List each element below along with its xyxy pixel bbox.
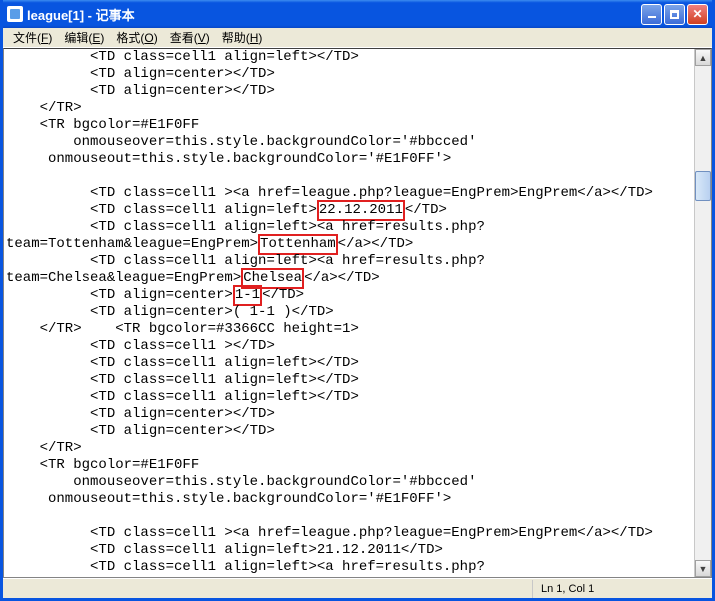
text-line: </TD> [405,202,447,218]
titlebar[interactable]: league[1] - 记事本 ✕ [3,0,712,28]
highlight-tottenham: Tottenham [258,234,338,255]
text-line: </TD> [262,287,304,303]
text-line: </a></TD> [338,236,414,252]
text-editor[interactable]: <TD class=cell1 align=left></TD> <TD ali… [4,49,694,577]
notepad-window: league[1] - 记事本 ✕ 文件(F) 编辑(E) 格式(O) 查看(V… [0,0,715,601]
text-line: onmouseout=this.style.backgroundColor='#… [6,491,451,507]
menu-file-label: 文件( [13,31,41,45]
window-title: league[1] - 记事本 [27,5,641,24]
text-line: </TR> <TR bgcolor=#3366CC height=1> [6,321,359,337]
text-line: <TD class=cell1 align=left><a href=resul… [6,219,485,235]
text-line: <TD class=cell1 align=left></TD> [6,372,359,388]
menu-file[interactable]: 文件(F) [7,27,58,48]
status-position: Ln 1, Col 1 [532,580,712,598]
text-line: <TD align=center></TD> [6,406,275,422]
text-line: <TD class=cell1 align=left> [6,202,317,218]
scroll-track[interactable] [695,66,711,560]
minimize-button[interactable] [641,4,662,25]
text-line: onmouseout=this.style.backgroundColor='#… [6,151,451,167]
text-line: <TD align=center></TD> [6,423,275,439]
text-line: onmouseover=this.style.backgroundColor='… [6,134,476,150]
text-line: team=Chelsea&league=EngPrem> [6,270,241,286]
text-line: <TR bgcolor=#E1F0FF [6,457,199,473]
text-line: <TD class=cell1 align=left></TD> [6,49,359,65]
menu-view[interactable]: 查看(V) [164,27,216,48]
scroll-down-button[interactable]: ▼ [695,560,711,577]
text-line: <TD align=center> [6,287,233,303]
text-line: </TR> [6,100,82,116]
menu-view-label: 查看( [170,31,198,45]
menu-help[interactable]: 帮助(H) [216,27,269,48]
highlight-score: 1-1 [233,285,262,306]
app-icon [7,6,23,22]
text-line: <TD align=center></TD> [6,66,275,82]
text-line: <TD class=cell1 align=left></TD> [6,355,359,371]
maximize-button[interactable] [664,4,685,25]
close-button[interactable]: ✕ [687,4,708,25]
text-line: <TD class=cell1 align=left></TD> [6,389,359,405]
statusbar: Ln 1, Col 1 [3,578,712,598]
highlight-date: 22.12.2011 [317,200,405,221]
text-line: <TD class=cell1 ></TD> [6,338,275,354]
text-line: <TD align=center></TD> [6,83,275,99]
menu-format[interactable]: 格式(O) [110,27,163,48]
scroll-thumb[interactable] [695,171,711,201]
menu-help-label: 帮助( [222,31,250,45]
text-line: <TD class=cell1 ><a href=league.php?leag… [6,185,653,201]
text-line: team=Tottenham&league=EngPrem> [6,236,258,252]
content-area: <TD class=cell1 align=left></TD> <TD ali… [3,48,712,578]
text-line: <TD align=center>( 1-1 )</TD> [6,304,334,320]
text-line: onmouseover=this.style.backgroundColor='… [6,474,476,490]
text-line: </TR> [6,440,82,456]
text-line: </a></TD> [304,270,380,286]
menu-edit[interactable]: 编辑(E) [58,27,110,48]
menubar: 文件(F) 编辑(E) 格式(O) 查看(V) 帮助(H) [3,28,712,48]
window-controls: ✕ [641,4,708,25]
text-line: <TD class=cell1 align=left><a href=resul… [6,253,485,269]
scroll-up-button[interactable]: ▲ [695,49,711,66]
text-line: <TD class=cell1 ><a href=league.php?leag… [6,525,653,541]
text-line: <TR bgcolor=#E1F0FF [6,117,199,133]
text-line: <TD class=cell1 align=left><a href=resul… [6,559,485,575]
text-line: <TD class=cell1 align=left>21.12.2011</T… [6,542,443,558]
menu-edit-label: 编辑( [64,31,92,45]
vertical-scrollbar: ▲ ▼ [694,49,711,577]
text-line: team=Wigan&league=EngPrem>Wigan</a></TD> [6,576,342,577]
menu-format-label: 格式( [116,31,144,45]
